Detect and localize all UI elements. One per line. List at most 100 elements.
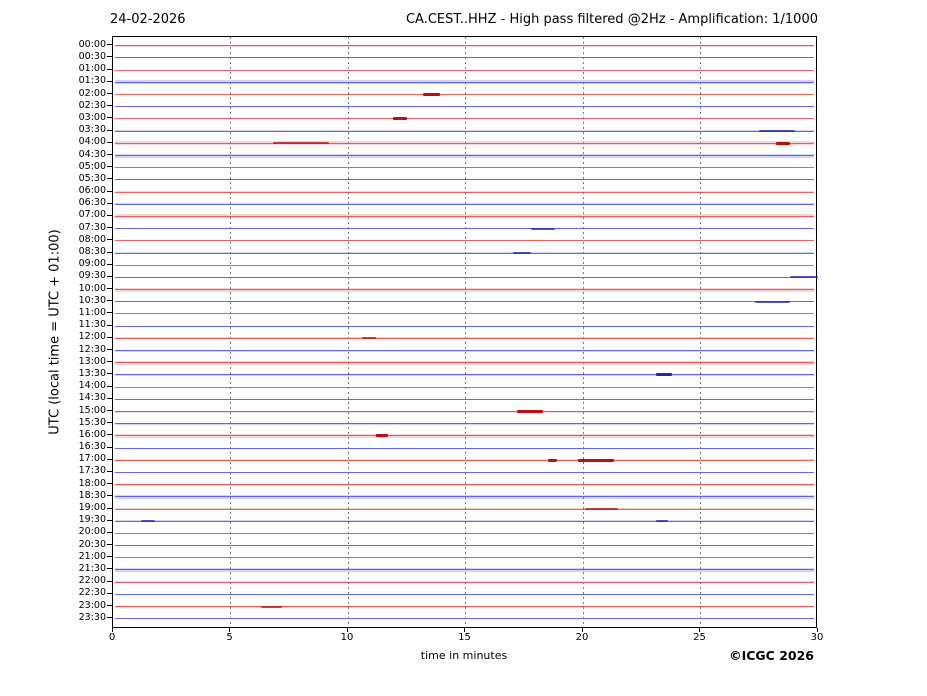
trace-time-label: 14:30 [78,392,106,404]
trace-line [115,618,814,620]
trace-time-label: 06:30 [78,197,106,209]
y-tick [107,288,112,290]
trace-time-label: 18:00 [78,477,106,489]
y-tick [107,385,112,387]
y-tick [107,68,112,70]
trace-line [115,301,814,303]
trace-line [115,289,814,291]
y-tick [107,519,112,521]
trace-line [115,203,814,205]
y-tick [107,190,112,192]
trace-line [115,118,814,120]
trace-time-label: 07:00 [78,209,106,221]
trace-time-label: 00:30 [78,50,106,62]
trace-time-label: 05:00 [78,160,106,172]
trace-time-label: 09:00 [78,258,106,270]
y-tick [107,44,112,46]
trace-line [115,240,814,242]
trace-time-label: 16:30 [78,441,106,453]
trace-line [115,471,814,473]
y-tick [107,361,112,363]
trace-time-label: 11:30 [78,319,106,331]
trace-event [789,276,818,279]
y-tick [107,251,112,253]
trace-time-label: 18:30 [78,489,106,501]
y-tick [107,617,112,619]
trace-line [115,386,814,388]
y-tick [107,166,112,168]
trace-line [115,362,814,364]
y-tick [107,531,112,533]
trace-time-label: 08:30 [78,246,106,258]
trace-line [115,94,814,96]
trace-time-label: 23:00 [78,599,106,611]
trace-line [115,106,814,108]
trace-line [115,569,814,571]
trace-event [655,520,668,523]
trace-line [115,496,814,498]
trace-event [272,142,330,145]
trace-event [512,252,532,255]
y-tick [107,275,112,277]
helicorder-figure: 24-02-2026 CA.CEST..HHZ - High pass filt… [0,0,927,696]
y-tick [107,397,112,399]
y-tick [107,592,112,594]
y-tick [107,154,112,155]
trace-time-label: 10:00 [78,282,106,294]
trace-time-label: 01:00 [78,63,106,75]
trace-event [585,508,619,511]
x-tick-label: 25 [693,632,706,643]
trace-line [115,264,814,266]
trace-time-label: 05:30 [78,172,106,184]
y-tick [107,544,112,546]
x-tick-label: 10 [340,632,354,643]
y-tick [107,239,112,241]
trace-time-label: 08:00 [78,233,106,245]
trace-time-label: 11:00 [78,306,106,318]
y-tick [107,312,112,314]
y-tick [107,568,112,570]
trace-time-label: 17:30 [78,465,106,477]
trace-line [115,130,814,132]
trace-event [376,434,388,438]
trace-line [115,252,814,254]
trace-line [115,581,814,583]
trace-line [115,167,814,169]
trace-line [115,57,814,59]
x-tick-label: 15 [458,632,471,643]
y-tick [107,556,112,558]
y-tick [107,495,112,497]
trace-line [115,228,814,230]
trace-time-label: 07:30 [78,221,106,233]
trace-event [392,117,407,121]
trace-line [115,459,814,461]
y-tick [107,373,112,375]
y-tick [107,300,112,302]
trace-line [115,520,814,522]
y-tick [107,446,112,448]
grid-line [700,37,701,627]
y-tick [107,410,112,411]
trace-time-label: 21:00 [78,550,106,562]
trace-line [115,179,814,181]
trace-time-label: 02:00 [78,87,106,99]
trace-time-label: 14:00 [78,380,106,392]
trace-line [115,398,814,400]
y-tick [107,80,112,82]
trace-line [115,45,814,47]
grid-line [347,37,349,627]
trace-time-label: 23:30 [78,611,106,623]
trace-line [115,532,814,534]
trace-line [115,508,814,510]
trace-line [115,593,814,595]
x-tick-label: 0 [108,632,116,643]
y-tick [107,202,112,204]
x-tick-label: 5 [226,632,233,643]
trace-line [115,155,814,156]
y-tick [107,470,112,472]
grid-line [230,37,231,627]
trace-time-label: 00:00 [78,38,106,50]
trace-line [115,435,814,437]
trace-time-label: 15:00 [78,404,106,416]
trace-line [115,313,814,315]
